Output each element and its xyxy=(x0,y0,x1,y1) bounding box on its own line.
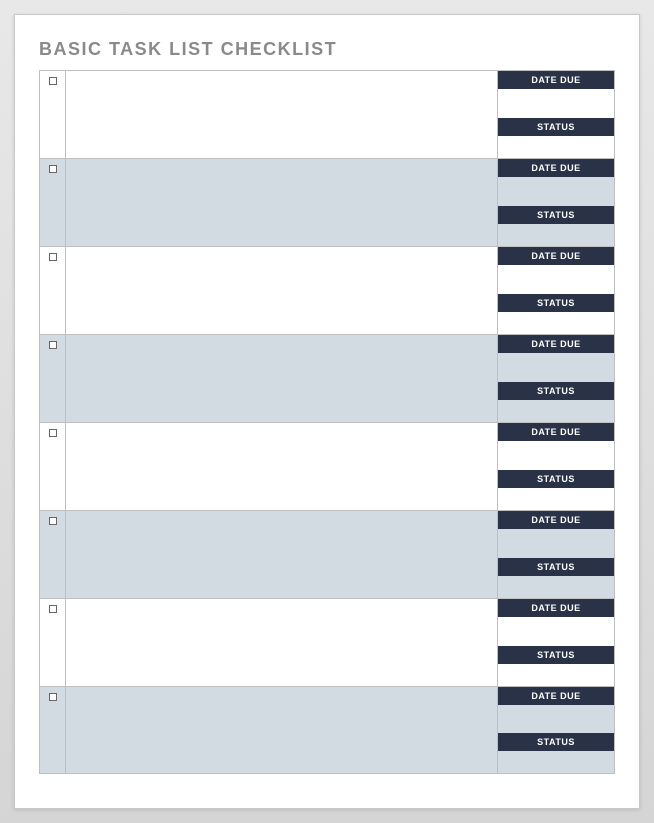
task-description-cell[interactable] xyxy=(66,599,498,686)
status-header: STATUS xyxy=(498,294,614,312)
date-due-value[interactable] xyxy=(498,353,614,376)
status-value[interactable] xyxy=(498,576,614,599)
task-description-cell[interactable] xyxy=(66,335,498,422)
status-header: STATUS xyxy=(498,470,614,488)
checkbox-icon[interactable] xyxy=(49,165,57,173)
task-row: DATE DUE STATUS xyxy=(39,422,615,510)
status-value[interactable] xyxy=(498,751,614,773)
checkbox-icon[interactable] xyxy=(49,341,57,349)
task-meta: DATE DUE STATUS xyxy=(498,687,614,773)
document-page: BASIC TASK LIST CHECKLIST DATE DUE STATUS… xyxy=(14,14,640,809)
task-meta: DATE DUE STATUS xyxy=(498,71,614,158)
task-row: DATE DUE STATUS xyxy=(39,158,615,246)
status-header: STATUS xyxy=(498,733,614,751)
checkbox-icon[interactable] xyxy=(49,517,57,525)
task-meta: DATE DUE STATUS xyxy=(498,599,614,686)
status-value[interactable] xyxy=(498,136,614,159)
checkbox-icon[interactable] xyxy=(49,429,57,437)
checkbox-icon[interactable] xyxy=(49,253,57,261)
status-value[interactable] xyxy=(498,400,614,423)
status-header: STATUS xyxy=(498,382,614,400)
task-row: DATE DUE STATUS xyxy=(39,598,615,686)
checkbox-cell xyxy=(40,511,66,598)
date-due-header: DATE DUE xyxy=(498,247,614,265)
date-due-value[interactable] xyxy=(498,177,614,200)
task-row: DATE DUE STATUS xyxy=(39,510,615,598)
task-description-cell[interactable] xyxy=(66,687,498,773)
status-value[interactable] xyxy=(498,664,614,687)
date-due-value[interactable] xyxy=(498,529,614,552)
task-description-cell[interactable] xyxy=(66,247,498,334)
status-value[interactable] xyxy=(498,488,614,511)
date-due-value[interactable] xyxy=(498,89,614,112)
date-due-header: DATE DUE xyxy=(498,159,614,177)
task-meta: DATE DUE STATUS xyxy=(498,511,614,598)
checkbox-icon[interactable] xyxy=(49,693,57,701)
status-value[interactable] xyxy=(498,312,614,335)
task-row: DATE DUE STATUS xyxy=(39,334,615,422)
date-due-header: DATE DUE xyxy=(498,599,614,617)
date-due-header: DATE DUE xyxy=(498,511,614,529)
status-header: STATUS xyxy=(498,558,614,576)
task-meta: DATE DUE STATUS xyxy=(498,423,614,510)
date-due-value[interactable] xyxy=(498,441,614,464)
checkbox-cell xyxy=(40,247,66,334)
task-rows: DATE DUE STATUS DATE DUE STATUS DATE DUE STAT… xyxy=(39,70,615,774)
task-meta: DATE DUE STATUS xyxy=(498,159,614,246)
checkbox-cell xyxy=(40,159,66,246)
status-header: STATUS xyxy=(498,206,614,224)
checkbox-cell xyxy=(40,687,66,773)
task-description-cell[interactable] xyxy=(66,159,498,246)
status-header: STATUS xyxy=(498,118,614,136)
checkbox-cell xyxy=(40,71,66,158)
checkbox-cell xyxy=(40,423,66,510)
date-due-value[interactable] xyxy=(498,617,614,640)
task-row: DATE DUE STATUS xyxy=(39,70,615,158)
status-value[interactable] xyxy=(498,224,614,247)
task-meta: DATE DUE STATUS xyxy=(498,247,614,334)
task-description-cell[interactable] xyxy=(66,511,498,598)
checkbox-cell xyxy=(40,335,66,422)
date-due-value[interactable] xyxy=(498,705,614,727)
task-description-cell[interactable] xyxy=(66,423,498,510)
task-description-cell[interactable] xyxy=(66,71,498,158)
checkbox-icon[interactable] xyxy=(49,77,57,85)
date-due-header: DATE DUE xyxy=(498,687,614,705)
task-row: DATE DUE STATUS xyxy=(39,246,615,334)
checkbox-cell xyxy=(40,599,66,686)
date-due-value[interactable] xyxy=(498,265,614,288)
status-header: STATUS xyxy=(498,646,614,664)
date-due-header: DATE DUE xyxy=(498,335,614,353)
page-title: BASIC TASK LIST CHECKLIST xyxy=(39,39,615,60)
checkbox-icon[interactable] xyxy=(49,605,57,613)
date-due-header: DATE DUE xyxy=(498,71,614,89)
task-row: DATE DUE STATUS xyxy=(39,686,615,774)
task-meta: DATE DUE STATUS xyxy=(498,335,614,422)
date-due-header: DATE DUE xyxy=(498,423,614,441)
